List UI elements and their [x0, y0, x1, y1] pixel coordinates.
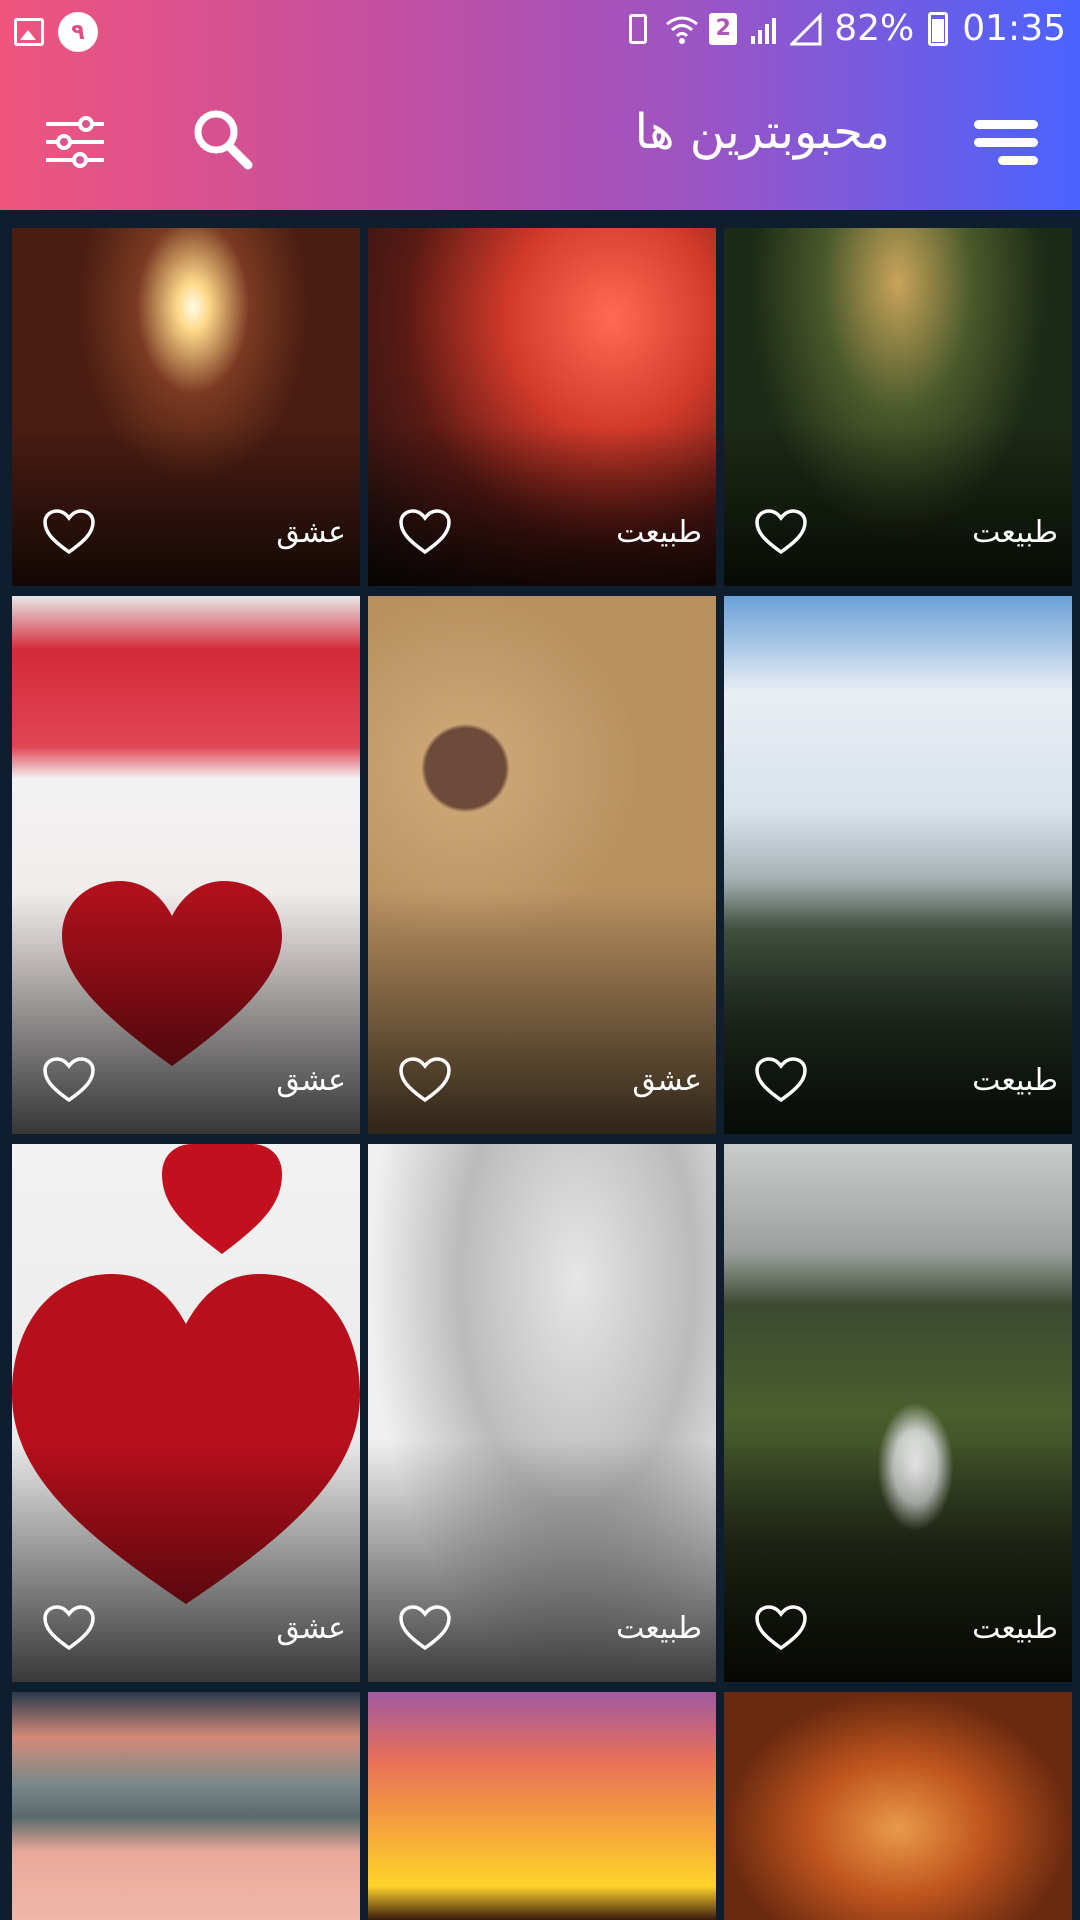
wallpaper-card[interactable]	[12, 1692, 360, 1920]
battery-saver-icon	[629, 13, 648, 44]
battery-percent: 82%	[834, 8, 915, 49]
filter-sliders-icon[interactable]	[30, 96, 120, 186]
favorite-heart-icon[interactable]	[42, 1604, 96, 1652]
favorite-heart-icon[interactable]	[754, 508, 808, 556]
sim-slot-icon: 2	[709, 12, 738, 45]
wallpaper-card[interactable]: عشق	[12, 596, 360, 1134]
clock: 01:35	[962, 8, 1066, 49]
signal-2-icon	[788, 11, 822, 46]
status-bar: ۹ 2 82% 01:35	[0, 0, 1080, 64]
wallpaper-card[interactable]: عشق	[12, 1144, 360, 1682]
app-header: ۹ 2 82% 01:35 محبوبترین ها	[0, 0, 1080, 210]
category-label: طبیعت	[616, 515, 702, 550]
favorite-heart-icon[interactable]	[42, 1056, 96, 1104]
category-label: عشق	[276, 1063, 346, 1098]
category-label: عشق	[276, 515, 346, 550]
wallpaper-card[interactable]: طبیعت	[724, 1144, 1072, 1682]
favorite-heart-icon[interactable]	[398, 508, 452, 556]
category-label: طبیعت	[972, 515, 1058, 550]
category-label: طبیعت	[972, 1063, 1058, 1098]
wallpaper-card[interactable]: طبیعت	[368, 228, 716, 586]
notification-badge: ۹	[58, 12, 98, 52]
favorite-heart-icon[interactable]	[398, 1056, 452, 1104]
wallpaper-card[interactable]: عشق	[368, 596, 716, 1134]
signal-icon	[751, 14, 777, 44]
favorite-heart-icon[interactable]	[42, 508, 96, 556]
page-title: محبوبترین ها	[634, 104, 890, 160]
favorite-heart-icon[interactable]	[398, 1604, 452, 1652]
category-label: طبیعت	[616, 1611, 702, 1646]
battery-icon	[928, 11, 949, 46]
toolbar: محبوبترین ها	[0, 64, 1080, 210]
search-icon[interactable]	[178, 96, 268, 186]
autumn-leaf-image	[724, 1692, 1072, 1920]
gallery-notification-icon	[14, 18, 44, 46]
wallpaper-card[interactable]: طبیعت	[724, 596, 1072, 1134]
wifi-icon	[665, 12, 699, 46]
wallpaper-card[interactable]	[724, 1692, 1072, 1920]
favorite-heart-icon[interactable]	[754, 1604, 808, 1652]
category-label: عشق	[632, 1063, 702, 1098]
sea-sunset-image	[12, 1692, 360, 1920]
category-label: عشق	[276, 1611, 346, 1646]
wallpaper-card[interactable]	[368, 1692, 716, 1920]
menu-icon[interactable]	[960, 96, 1050, 186]
wallpaper-card[interactable]: طبیعت	[368, 1144, 716, 1682]
wallpaper-card[interactable]: عشق	[12, 228, 360, 586]
favorite-heart-icon[interactable]	[754, 1056, 808, 1104]
wallpaper-card[interactable]: طبیعت	[724, 228, 1072, 586]
category-label: طبیعت	[972, 1611, 1058, 1646]
sunset-palms-image	[368, 1692, 716, 1920]
